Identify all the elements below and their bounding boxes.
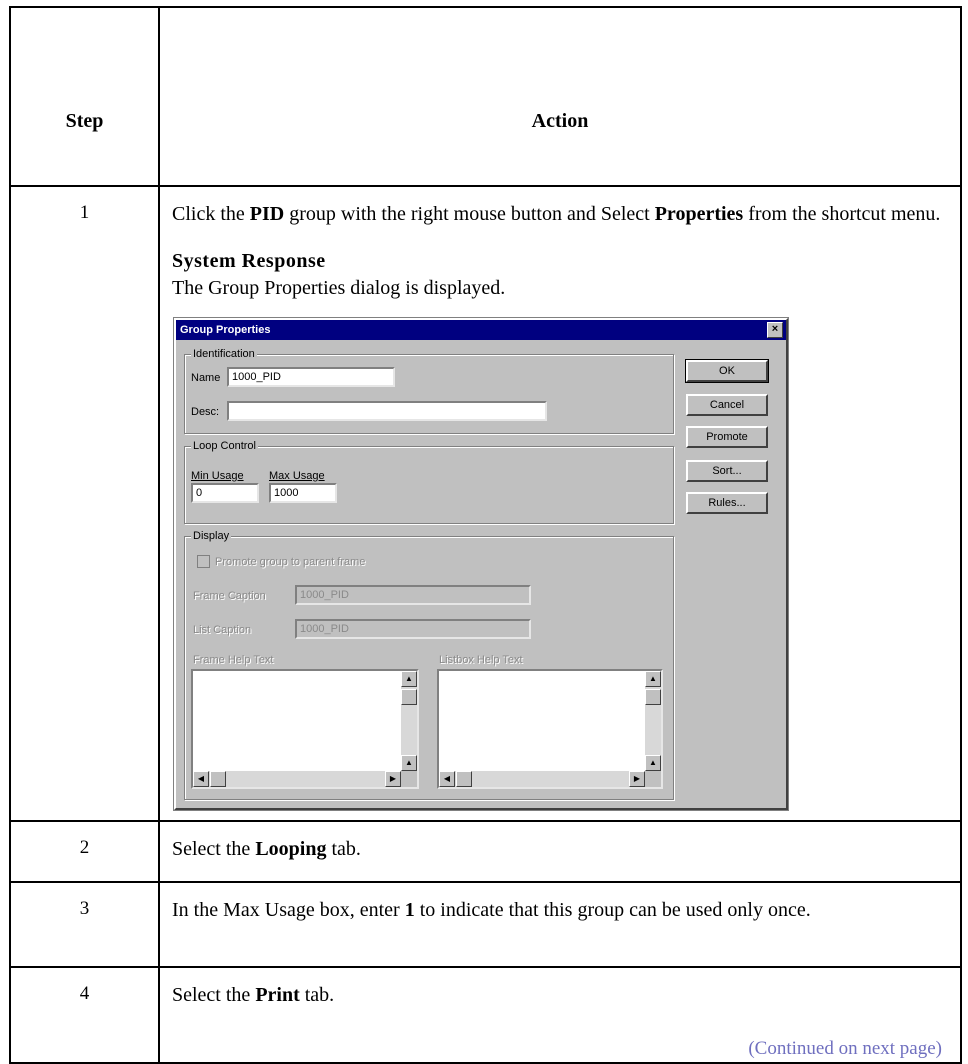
promote-button[interactable]: Promote: [686, 426, 768, 448]
scroll-down-icon[interactable]: ▲: [401, 755, 417, 771]
scroll-thumb-h[interactable]: [456, 771, 472, 787]
system-response-heading: System Response: [172, 250, 326, 272]
scroll-thumb[interactable]: [645, 689, 661, 705]
step-header: Step: [9, 6, 160, 187]
scroll-up-icon[interactable]: ▲: [401, 671, 417, 687]
frame-caption-field[interactable]: 1000_PID: [295, 585, 531, 605]
ok-button[interactable]: OK: [685, 359, 769, 383]
desc-field[interactable]: [227, 401, 547, 421]
scroll-corner: [401, 771, 417, 787]
close-icon[interactable]: ×: [767, 322, 783, 338]
name-label: Name: [191, 372, 221, 384]
header-row: Step Action: [9, 6, 962, 187]
step-number: 3: [9, 881, 160, 968]
step-row-2: 2 Select the Looping tab.: [9, 820, 962, 883]
steps-table: Step Action 1 Click the PID group with t…: [9, 6, 962, 1064]
instruction: Click the PID group with the right mouse…: [172, 203, 941, 225]
list-caption-label: List Caption: [193, 624, 252, 636]
max-value-keyword: 1: [404, 899, 415, 921]
scroll-corner: [645, 771, 661, 787]
pid-keyword: PID: [249, 203, 285, 225]
step-row-3: 3 In the Max Usage box, enter 1 to indic…: [9, 881, 962, 968]
step-action: Select the Print tab. (Continued on next…: [158, 966, 962, 1064]
promote-checkbox[interactable]: [197, 555, 210, 568]
identification-group: Identification Name 1000_PID Desc:: [184, 347, 674, 434]
step-number: 4: [9, 966, 160, 1064]
loop-control-label: Loop Control: [191, 439, 258, 453]
list-caption-field[interactable]: 1000_PID: [295, 619, 531, 639]
scroll-up-icon[interactable]: ▲: [645, 671, 661, 687]
display-group: Display Promote group to parent frame Fr…: [184, 529, 674, 800]
action-header: Action: [158, 6, 962, 187]
identification-label: Identification: [191, 347, 257, 361]
desc-label: Desc:: [191, 406, 220, 418]
step-row-1: 1 Click the PID group with the right mou…: [9, 185, 962, 822]
rules-button[interactable]: Rules...: [686, 492, 768, 514]
scroll-thumb-h[interactable]: [210, 771, 226, 787]
step-action: In the Max Usage box, enter 1 to indicat…: [158, 881, 962, 968]
scroll-thumb[interactable]: [401, 689, 417, 705]
dialog-title: Group Properties: [180, 324, 271, 336]
frame-help-label: Frame Help Text: [193, 654, 274, 666]
name-field[interactable]: 1000_PID: [227, 367, 395, 387]
max-usage-field[interactable]: 1000: [269, 483, 337, 503]
scroll-left-icon[interactable]: ◀: [193, 771, 209, 787]
sort-button[interactable]: Sort...: [686, 460, 768, 482]
loop-control-group: Loop Control Min Usage 0 Max Usage 1000: [184, 439, 674, 524]
step-number: 1: [9, 185, 160, 822]
cancel-button[interactable]: Cancel: [686, 394, 768, 416]
listbox-help-label: Listbox Help Text: [439, 654, 523, 666]
step-action: Click the PID group with the right mouse…: [158, 185, 962, 822]
promote-checkbox-label: Promote group to parent frame: [215, 556, 366, 568]
system-response-text: The Group Properties dialog is displayed…: [172, 277, 506, 299]
listbox-help-textarea[interactable]: ▲ ▲ ◀ ▶: [437, 669, 663, 789]
properties-keyword: Properties: [654, 203, 744, 225]
min-usage-field[interactable]: 0: [191, 483, 259, 503]
continued-note: (Continued on next page): [748, 1038, 942, 1059]
max-usage-label: Max Usage: [269, 470, 325, 482]
vertical-scrollbar[interactable]: ▲ ▲: [401, 671, 417, 771]
display-label: Display: [191, 529, 232, 543]
looping-keyword: Looping: [255, 838, 327, 860]
print-keyword: Print: [255, 984, 300, 1006]
scroll-right-icon[interactable]: ▶: [629, 771, 645, 787]
group-properties-dialog: Group Properties × Identification Name 1…: [174, 318, 788, 810]
horizontal-scrollbar[interactable]: ◀ ▶: [439, 771, 645, 787]
vertical-scrollbar[interactable]: ▲ ▲: [645, 671, 661, 771]
dialog-title-bar: Group Properties ×: [176, 320, 786, 340]
step-row-4: 4 Select the Print tab. (Continued on ne…: [9, 966, 962, 1064]
frame-caption-label: Frame Caption: [193, 590, 266, 602]
frame-help-textarea[interactable]: ▲ ▲ ◀ ▶: [191, 669, 419, 789]
scroll-left-icon[interactable]: ◀: [439, 771, 455, 787]
step-number: 2: [9, 820, 160, 883]
scroll-right-icon[interactable]: ▶: [385, 771, 401, 787]
step-action: Select the Looping tab.: [158, 820, 962, 883]
horizontal-scrollbar[interactable]: ◀ ▶: [193, 771, 401, 787]
scroll-down-icon[interactable]: ▲: [645, 755, 661, 771]
min-usage-label: Min Usage: [191, 470, 244, 482]
